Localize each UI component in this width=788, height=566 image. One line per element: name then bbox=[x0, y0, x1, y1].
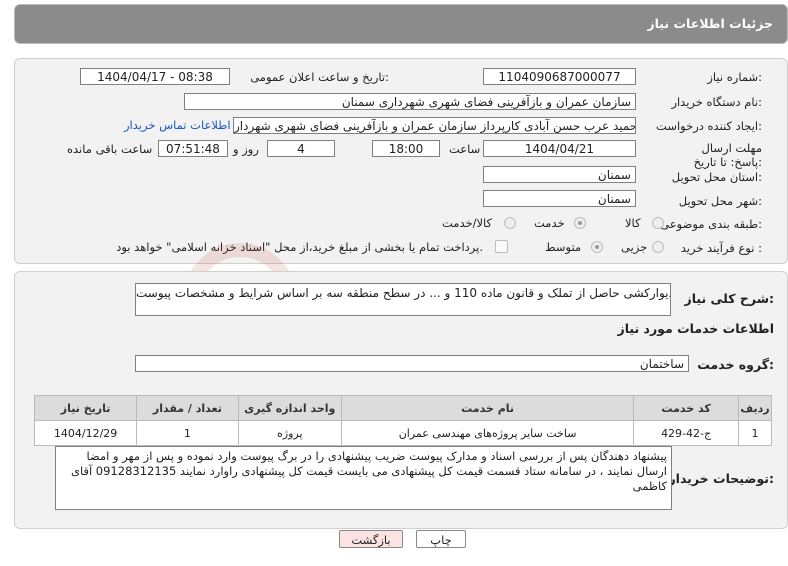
days-label: روز و bbox=[233, 142, 259, 156]
page-header: جزئیات اطلاعات نیاز bbox=[14, 4, 788, 44]
province-field[interactable]: سمنان bbox=[483, 166, 636, 183]
city-field[interactable]: سمنان bbox=[483, 190, 636, 207]
province-label: استان محل تحویل: bbox=[671, 170, 762, 184]
treasury-payment-note: پرداخت تمام یا بخشی از مبلغ خرید،از محل … bbox=[116, 240, 483, 254]
services-table-header: تاریخ نیاز تعداد / مقدار واحد اندازه گیر… bbox=[33, 395, 773, 421]
need-info-panel bbox=[14, 58, 788, 264]
process-minor-label: جزیی bbox=[621, 240, 648, 254]
announce-label: تاریخ و ساعت اعلان عمومی: bbox=[250, 70, 389, 84]
col-need-date: تاریخ نیاز bbox=[33, 395, 138, 421]
category-goods-label: کالا bbox=[625, 216, 641, 230]
services-section-title: اطلاعات خدمات مورد نیاز bbox=[617, 321, 775, 336]
table-row[interactable]: 1404/12/29 1 پروژه ساخت سایر پروژه‌های م… bbox=[33, 420, 773, 446]
summary-label: شرح کلی نیاز: bbox=[684, 291, 775, 306]
summary-textarea[interactable]: دیوارکشی حاصل از تملک و قانون ماده 110 و… bbox=[135, 283, 671, 316]
print-button[interactable]: چاپ bbox=[416, 530, 466, 548]
category-both-label: کالا/خدمت bbox=[442, 216, 493, 230]
process-medium-label: متوسط bbox=[545, 240, 582, 254]
remaining-time-field[interactable]: 07:51:48 bbox=[158, 140, 228, 157]
requester-label: ایجاد کننده درخواست: bbox=[656, 119, 762, 133]
need-number-label: شماره نیاز: bbox=[707, 70, 762, 84]
need-number-field[interactable]: 1104090687000077 bbox=[483, 68, 636, 85]
col-row: ردیف bbox=[737, 395, 773, 421]
buyer-org-field[interactable]: سازمان عمران و بازآفرینی فضای شهری شهردا… bbox=[184, 93, 636, 110]
service-group-label: گروه خدمت: bbox=[697, 357, 774, 372]
category-service-label: خدمت bbox=[534, 216, 565, 230]
process-label: نوع فرآیند خرید : bbox=[680, 241, 762, 255]
deadline-label: مهلت ارسال پاسخ: تا تاریخ: bbox=[693, 141, 762, 169]
remaining-days-field[interactable]: 4 bbox=[267, 140, 335, 157]
col-quantity: تعداد / مقدار bbox=[136, 395, 239, 421]
services-table: تاریخ نیاز تعداد / مقدار واحد اندازه گیر… bbox=[33, 395, 773, 446]
deadline-time-label: ساعت bbox=[449, 142, 481, 156]
col-service-code: کد خدمت bbox=[633, 395, 739, 421]
cell-quantity: 1 bbox=[136, 420, 239, 446]
announce-datetime-field[interactable]: 1404/04/17 - 08:38 bbox=[80, 68, 230, 85]
deadline-date-field[interactable]: 1404/04/21 bbox=[483, 140, 636, 157]
process-medium-radio[interactable] bbox=[591, 241, 603, 253]
requester-field[interactable]: حمید عرب حسن آبادی کارپرداز سازمان عمران… bbox=[233, 117, 636, 134]
buyer-notes-label: توضیحات خریدار: bbox=[668, 471, 774, 486]
category-goods-radio[interactable] bbox=[652, 217, 664, 229]
cell-unit: پروژه bbox=[237, 420, 342, 446]
buyer-contact-link[interactable]: اطلاعات تماس خریدار bbox=[124, 118, 231, 132]
deadline-time-field[interactable]: 18:00 bbox=[372, 140, 440, 157]
process-minor-radio[interactable] bbox=[652, 241, 664, 253]
buyer-notes-textarea[interactable]: پیشنهاد دهندگان پس از بررسی اسناد و مدار… bbox=[55, 446, 672, 510]
cell-service-code: ج-42-429 bbox=[633, 420, 739, 446]
treasury-payment-checkbox[interactable] bbox=[495, 240, 508, 253]
category-service-radio[interactable] bbox=[574, 217, 586, 229]
col-unit: واحد اندازه گیری bbox=[237, 395, 342, 421]
back-button[interactable]: بازگشت bbox=[339, 530, 403, 548]
city-label: شهر محل تحویل: bbox=[678, 194, 762, 208]
buyer-org-label: نام دستگاه خریدار: bbox=[671, 95, 762, 109]
col-service-name: نام خدمت bbox=[340, 395, 635, 421]
cell-row: 1 bbox=[737, 420, 773, 446]
cell-need-date: 1404/12/29 bbox=[33, 420, 138, 446]
category-both-radio[interactable] bbox=[504, 217, 516, 229]
cell-service-name: ساخت سایر پروژه‌های مهندسی عمران bbox=[340, 420, 635, 446]
page-title: جزئیات اطلاعات نیاز bbox=[647, 16, 773, 31]
category-label: طبقه بندی موضوعی: bbox=[660, 217, 762, 231]
service-group-field[interactable]: ساختمان bbox=[135, 355, 689, 372]
remaining-label: ساعت باقی مانده bbox=[67, 142, 153, 156]
